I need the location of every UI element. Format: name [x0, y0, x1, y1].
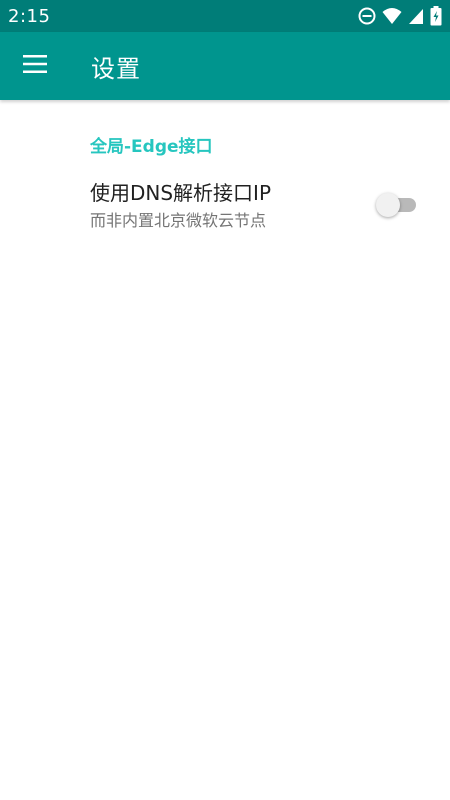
signal-icon	[408, 7, 424, 25]
settings-list: 全局-Edge接口 使用DNS解析接口IP 而非内置北京微软云节点	[0, 100, 450, 243]
do-not-disturb-icon	[358, 7, 376, 25]
dns-resolve-preference[interactable]: 使用DNS解析接口IP 而非内置北京微软云节点	[0, 173, 450, 243]
menu-icon	[23, 55, 47, 77]
wifi-icon	[382, 7, 402, 25]
app-bar: 设置	[0, 32, 450, 100]
preference-summary: 而非内置北京微软云节点	[90, 211, 267, 230]
toggle-thumb	[376, 193, 400, 217]
menu-button[interactable]	[0, 32, 70, 100]
preference-title: 使用DNS解析接口IP	[90, 181, 272, 205]
battery-charging-icon	[430, 6, 442, 26]
status-icons	[358, 6, 442, 26]
status-time: 2:15	[8, 5, 51, 27]
page-title: 设置	[91, 54, 141, 83]
dns-resolve-toggle[interactable]	[376, 192, 416, 218]
settings-category-header: 全局-Edge接口	[90, 137, 213, 157]
status-bar: 2:15	[0, 0, 450, 32]
